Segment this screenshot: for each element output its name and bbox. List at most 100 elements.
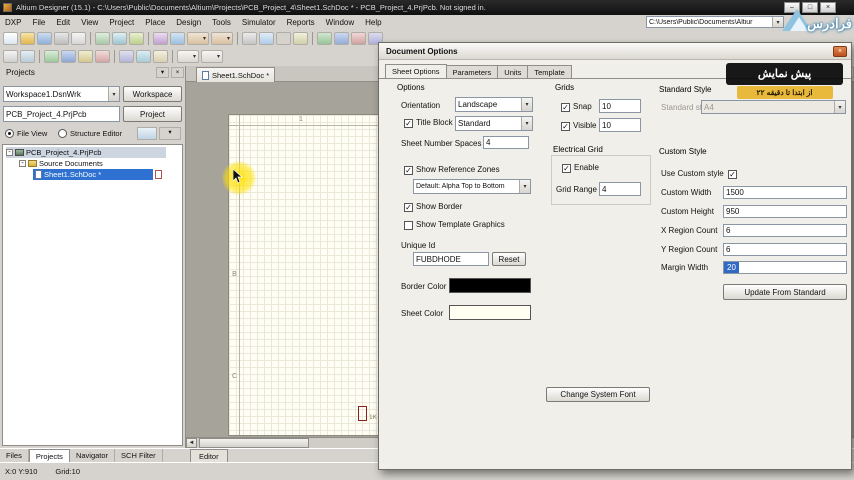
- tab-editor[interactable]: Editor: [190, 449, 228, 462]
- expander-icon[interactable]: -: [19, 160, 26, 167]
- scrollbar-thumb[interactable]: [199, 438, 309, 448]
- visible-field[interactable]: 10: [599, 118, 641, 132]
- show-template-graphics-checkbox[interactable]: [404, 221, 413, 230]
- zoom-area-icon[interactable]: [129, 31, 144, 45]
- chevron-down-icon[interactable]: ▾: [519, 180, 530, 193]
- show-border-checkbox[interactable]: ✓: [404, 203, 413, 212]
- unique-id-field[interactable]: FUBDHODE: [413, 252, 489, 266]
- grid-settings-button[interactable]: ▾: [177, 50, 199, 63]
- place-part-icon[interactable]: [119, 50, 134, 63]
- tab-files[interactable]: Files: [0, 449, 29, 462]
- show-reference-zones-checkbox[interactable]: ✓: [404, 166, 413, 175]
- panel-close-button[interactable]: ×: [171, 67, 184, 78]
- cut-icon[interactable]: [242, 31, 257, 45]
- selection-icon[interactable]: [3, 50, 18, 63]
- text-string-icon[interactable]: [153, 50, 168, 63]
- align-button[interactable]: ▾: [201, 50, 223, 63]
- menu-project[interactable]: Project: [109, 18, 134, 27]
- move-icon[interactable]: [20, 50, 35, 63]
- dialog-title-bar[interactable]: Document Options: [379, 43, 851, 60]
- tab-navigator[interactable]: Navigator: [70, 449, 116, 462]
- print-preview-icon[interactable]: [71, 31, 86, 45]
- find-icon[interactable]: [293, 31, 308, 45]
- menu-window[interactable]: Window: [326, 18, 354, 27]
- tab-sch-filter[interactable]: SCH Filter: [115, 449, 163, 462]
- panel-dropdown-button[interactable]: ▾: [159, 127, 181, 140]
- undo-icon[interactable]: ▾: [187, 31, 209, 45]
- path-combobox[interactable]: C:\Users\Public\Documents\Altiur ▾: [646, 16, 784, 28]
- dialog-close-icon[interactable]: ×: [833, 46, 847, 57]
- wire-tool-icon[interactable]: [44, 50, 59, 63]
- chevron-down-icon[interactable]: ▾: [521, 98, 532, 111]
- margin-width-field[interactable]: 20: [723, 261, 847, 274]
- copy-icon[interactable]: [259, 31, 274, 45]
- workspace-combobox[interactable]: Workspace1.DsnWrk ▾: [3, 86, 120, 102]
- part-icon[interactable]: [351, 31, 366, 45]
- tab-parameters[interactable]: Parameters: [446, 65, 499, 79]
- bus-icon[interactable]: [334, 31, 349, 45]
- expander-icon[interactable]: -: [6, 149, 13, 156]
- enable-checkbox[interactable]: ✓: [562, 164, 571, 173]
- bus-tool-icon[interactable]: [61, 50, 76, 63]
- power-port-icon[interactable]: [95, 50, 110, 63]
- sheet-color-swatch[interactable]: [449, 305, 531, 320]
- view-options-button[interactable]: [137, 127, 157, 140]
- reference-zones-combobox[interactable]: Default: Alpha Top to Bottom ▾: [413, 179, 531, 194]
- visible-checkbox[interactable]: ✓: [561, 122, 570, 131]
- schematic-component[interactable]: [358, 406, 367, 421]
- menu-tools[interactable]: Tools: [212, 18, 231, 27]
- x-region-count-field[interactable]: 6: [723, 224, 847, 237]
- snap-field[interactable]: 10: [599, 99, 641, 113]
- menu-place[interactable]: Place: [145, 18, 165, 27]
- tree-item-project[interactable]: - PCB_Project_4.PrjPcb: [6, 147, 166, 158]
- custom-width-field[interactable]: 1500: [723, 186, 847, 199]
- y-region-count-field[interactable]: 6: [723, 243, 847, 256]
- menu-reports[interactable]: Reports: [287, 18, 315, 27]
- zoom-fit-icon[interactable]: [112, 31, 127, 45]
- zoom-in-icon[interactable]: [95, 31, 110, 45]
- tab-template[interactable]: Template: [528, 65, 572, 79]
- change-system-font-button[interactable]: Change System Font: [546, 387, 650, 402]
- open-folder-icon[interactable]: [20, 31, 35, 45]
- wire-icon[interactable]: [317, 31, 332, 45]
- sheet-number-spaces-field[interactable]: 4: [483, 136, 529, 149]
- project-field[interactable]: PCB_Project_4.PrjPcb: [3, 106, 120, 122]
- menu-view[interactable]: View: [81, 18, 98, 27]
- grid-range-field[interactable]: 4: [599, 182, 641, 196]
- workspace-button[interactable]: Workspace: [123, 86, 182, 102]
- new-document-icon[interactable]: [3, 31, 18, 45]
- file-view-radio[interactable]: [5, 129, 14, 138]
- tree-item-source-documents[interactable]: - Source Documents: [19, 158, 103, 169]
- snap-checkbox[interactable]: ✓: [561, 103, 570, 112]
- tree-item-sheet1[interactable]: Sheet1.SchDoc *: [33, 169, 153, 180]
- menu-simulator[interactable]: Simulator: [242, 18, 276, 27]
- project-button[interactable]: Project: [123, 106, 182, 122]
- paste-icon[interactable]: [276, 31, 291, 45]
- menu-dxp[interactable]: DXP: [5, 18, 21, 27]
- port-icon[interactable]: [136, 50, 151, 63]
- menu-design[interactable]: Design: [176, 18, 201, 27]
- chevron-down-icon[interactable]: ▾: [521, 117, 532, 130]
- menu-file[interactable]: File: [32, 18, 45, 27]
- tab-sheet1[interactable]: Sheet1.SchDoc *: [196, 67, 276, 82]
- chevron-down-icon[interactable]: ▾: [108, 87, 119, 101]
- menu-help[interactable]: Help: [365, 18, 381, 27]
- use-custom-style-checkbox[interactable]: ✓: [728, 170, 737, 179]
- filter-icon[interactable]: [170, 31, 185, 45]
- title-block-combobox[interactable]: Standard ▾: [455, 116, 533, 131]
- panel-menu-button[interactable]: ▾: [156, 67, 169, 78]
- custom-height-field[interactable]: 950: [723, 205, 847, 218]
- tab-units[interactable]: Units: [498, 65, 529, 79]
- save-icon[interactable]: [37, 31, 52, 45]
- redo-icon[interactable]: ▾: [211, 31, 233, 45]
- tab-sheet-options[interactable]: Sheet Options: [385, 64, 447, 79]
- title-block-checkbox[interactable]: ✓: [404, 119, 413, 128]
- structure-editor-radio[interactable]: [58, 129, 67, 138]
- border-color-swatch[interactable]: [449, 278, 531, 293]
- print-icon[interactable]: [54, 31, 69, 45]
- cross-probe-icon[interactable]: [153, 31, 168, 45]
- reset-button[interactable]: Reset: [492, 252, 526, 266]
- scroll-left-icon[interactable]: ◄: [186, 438, 197, 448]
- menu-edit[interactable]: Edit: [56, 18, 70, 27]
- orientation-combobox[interactable]: Landscape ▾: [455, 97, 533, 112]
